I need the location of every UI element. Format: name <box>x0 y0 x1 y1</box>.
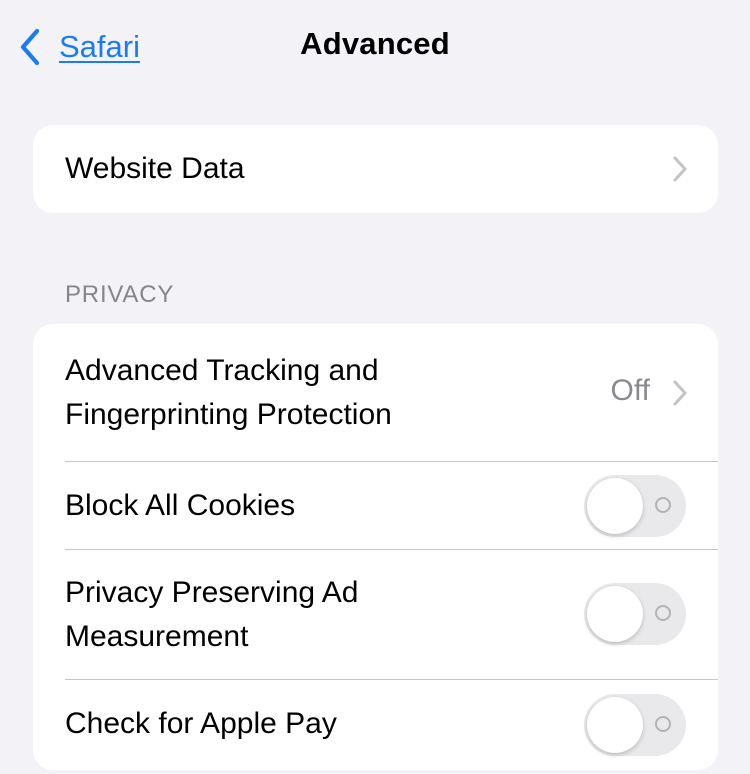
website-data-group: Website Data <box>33 125 718 213</box>
toggle-knob <box>587 586 643 642</box>
tracking-protection-label-line2: Fingerprinting Protection <box>65 398 392 431</box>
ad-measurement-label-line2: Measurement <box>65 620 249 653</box>
block-cookies-toggle[interactable] <box>584 475 686 537</box>
section-header-privacy: PRIVACY <box>65 281 175 308</box>
toggle-knob <box>587 478 643 534</box>
website-data-row[interactable]: Website Data <box>33 125 718 213</box>
apple-pay-toggle[interactable] <box>584 694 686 756</box>
chevron-right-icon <box>673 156 687 182</box>
ad-measurement-toggle[interactable] <box>584 583 686 645</box>
apple-pay-label: Check for Apple Pay <box>65 707 337 740</box>
block-cookies-label: Block All Cookies <box>65 489 296 522</box>
toggle-off-indicator-icon <box>655 605 671 621</box>
apple-pay-row: Check for Apple Pay <box>33 680 718 770</box>
tracking-protection-value: Off <box>610 374 650 407</box>
tracking-protection-label-line1: Advanced Tracking and <box>65 354 379 387</box>
tracking-protection-row[interactable]: Advanced Tracking and Fingerprinting Pro… <box>33 324 718 461</box>
toggle-off-indicator-icon <box>655 716 671 732</box>
toggle-off-indicator-icon <box>655 497 671 513</box>
toggle-knob <box>587 697 643 753</box>
chevron-right-icon <box>673 380 687 406</box>
ad-measurement-label-line1: Privacy Preserving Ad <box>65 576 359 609</box>
website-data-label: Website Data <box>65 152 245 185</box>
navigation-bar: Safari Advanced <box>0 0 750 95</box>
privacy-group: Advanced Tracking and Fingerprinting Pro… <box>33 324 718 770</box>
page-title: Advanced <box>300 26 450 61</box>
ad-measurement-row: Privacy Preserving Ad Measurement <box>33 550 718 679</box>
block-cookies-row: Block All Cookies <box>33 462 718 549</box>
